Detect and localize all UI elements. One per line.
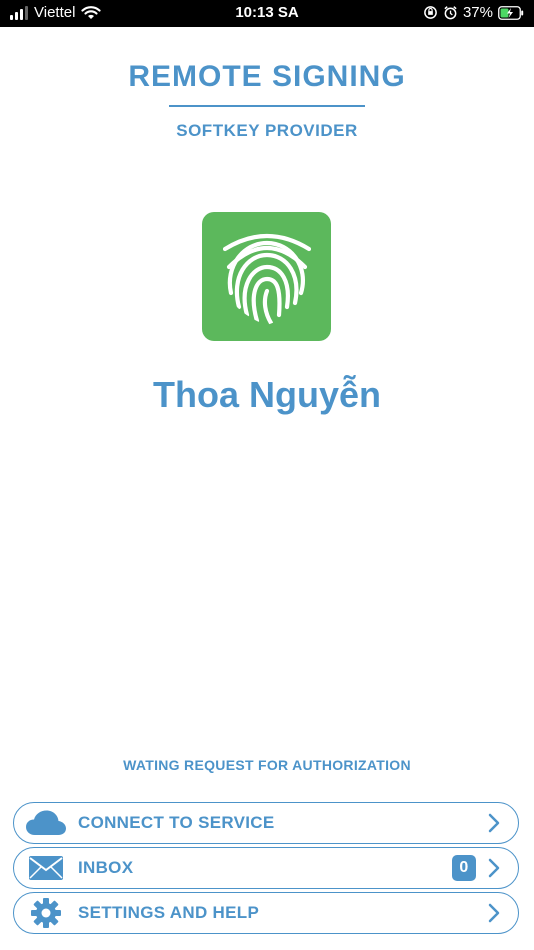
inbox-label: INBOX bbox=[78, 858, 134, 877]
settings-and-help-button[interactable]: SETTINGS AND HELP bbox=[13, 892, 519, 934]
connect-to-service-label: CONNECT TO SERVICE bbox=[78, 813, 275, 832]
alarm-icon bbox=[444, 6, 457, 20]
connect-to-service-button[interactable]: CONNECT TO SERVICE bbox=[13, 802, 519, 844]
fingerprint-logo bbox=[202, 212, 331, 341]
battery-charging-icon bbox=[498, 5, 524, 20]
settings-and-help-label: SETTINGS AND HELP bbox=[78, 903, 260, 922]
fingerprint-icon bbox=[222, 233, 311, 325]
battery-percentage: 37% bbox=[462, 4, 493, 21]
orientation-lock-icon bbox=[424, 6, 437, 19]
app-subtitle: SOFTKEY PROVIDER bbox=[176, 121, 358, 140]
authorization-status: WATING REQUEST FOR AUTHORIZATION bbox=[123, 757, 411, 773]
title-divider bbox=[169, 105, 365, 107]
gear-icon bbox=[26, 898, 66, 928]
mail-icon bbox=[26, 853, 66, 883]
chevron-right-icon bbox=[484, 813, 504, 833]
cloud-icon bbox=[26, 808, 66, 838]
inbox-count-badge: 0 bbox=[452, 855, 476, 881]
inbox-button[interactable]: INBOX 0 bbox=[13, 847, 519, 889]
chevron-right-icon bbox=[484, 903, 504, 923]
chevron-right-icon bbox=[484, 858, 504, 878]
user-name: Thoa Nguyễn bbox=[152, 374, 381, 415]
status-bar: Viettel 10:13 SA 37% bbox=[0, 0, 534, 27]
app-title: REMOTE SIGNING bbox=[128, 60, 406, 93]
